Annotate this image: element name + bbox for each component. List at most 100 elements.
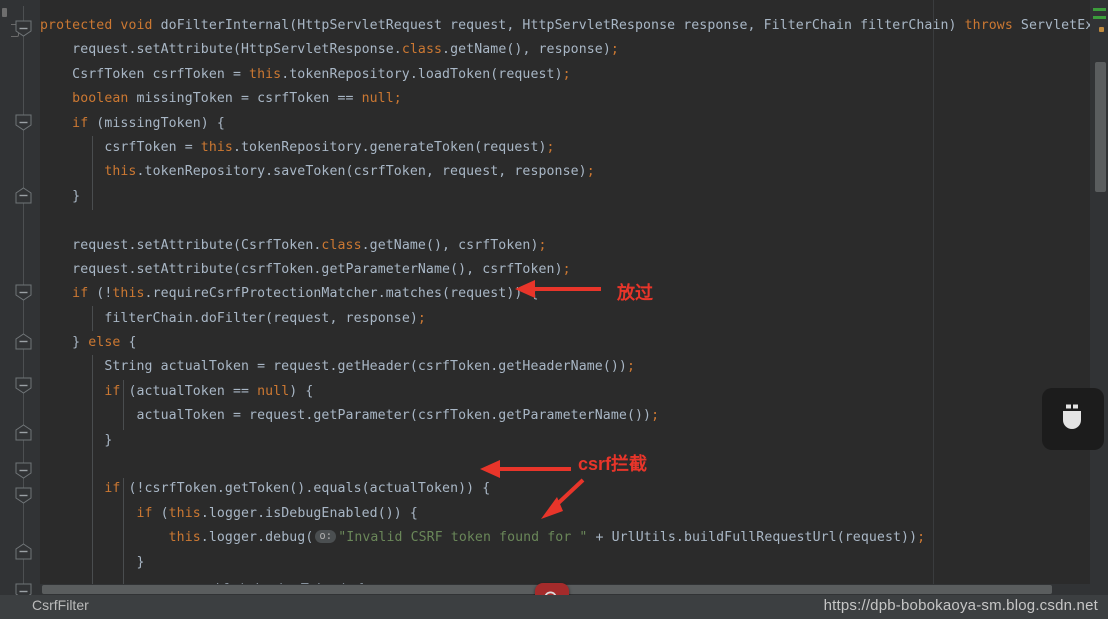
code-token-plain: request: [40, 237, 129, 253]
code-line[interactable]: request.setAttribute(CsrfToken.class.get…: [40, 234, 1090, 258]
vertical-scrollbar-thumb[interactable]: [1095, 62, 1106, 192]
code-token-punc: .: [257, 530, 266, 546]
code-token-punc: .: [409, 66, 418, 82]
code-token-punc: .: [232, 139, 242, 155]
code-line[interactable]: if (missingToken) {: [40, 112, 1090, 136]
analysis-marker-green[interactable]: [1093, 8, 1106, 11]
code-line[interactable]: protected void doFilterInternal(HttpServ…: [40, 14, 1090, 38]
code-token-kw: null: [361, 91, 394, 107]
code-fold-marker-up[interactable]: [15, 543, 32, 560]
code-token-punc: .: [393, 42, 402, 58]
code-line[interactable]: if (!csrfToken.getToken().equals(actualT…: [40, 477, 1090, 501]
code-token-semi: ;: [562, 261, 571, 277]
code-line[interactable]: [40, 209, 1090, 233]
code-token-punc: (csrfToken: [232, 261, 314, 277]
code-token-plain: doFilter: [200, 310, 266, 326]
code-token-plain: FilterChain filterChain: [763, 18, 949, 33]
code-line[interactable]: String actualToken = request.getHeader(c…: [40, 355, 1090, 379]
code-token-plain: getHeader: [337, 359, 410, 375]
analysis-marker-green[interactable]: [1093, 16, 1106, 19]
code-line[interactable]: } else {: [40, 331, 1090, 355]
status-bar-file-label[interactable]: CsrfFilter: [32, 597, 89, 613]
code-token-kw: throws: [964, 18, 1021, 33]
code-token-plain: HttpServletRequest request: [297, 18, 507, 33]
code-line[interactable]: if (this.logger.isDebugEnabled()) {: [40, 502, 1090, 526]
code-line[interactable]: [40, 453, 1090, 477]
code-line[interactable]: CsrfToken csrfToken = this.tokenReposito…: [40, 63, 1090, 87]
code-line[interactable]: this.tokenRepository.saveToken(csrfToken…: [40, 160, 1090, 184]
code-token-kw: if: [40, 481, 129, 497]
code-token-punc: }: [40, 554, 145, 570]
code-token-punc: (: [232, 237, 242, 253]
code-fold-marker-up[interactable]: [15, 424, 32, 441]
code-token-plain: setAttribute: [136, 261, 233, 277]
code-line[interactable]: actualToken = request.getParameter(csrfT…: [40, 404, 1090, 428]
code-token-punc: (csrfToken: [409, 359, 491, 375]
code-line[interactable]: request.setAttribute(csrfToken.getParame…: [40, 258, 1090, 282]
code-fold-marker-up[interactable]: [15, 187, 32, 204]
code-token-kw: this: [168, 505, 201, 521]
code-line[interactable]: if (!this.requireCsrfProtectionMatcher.m…: [40, 282, 1090, 306]
code-token-kw: protected: [40, 18, 121, 33]
code-fold-marker-down[interactable]: [15, 114, 32, 131]
code-fold-marker-up[interactable]: [15, 333, 32, 350]
code-token-punc: .: [144, 286, 153, 302]
code-token-punc: (csrfToken, request, response): [345, 164, 587, 180]
code-token-kw: null: [257, 383, 290, 399]
editor-gutter[interactable]: [0, 0, 40, 600]
code-token-plain: getParameter: [313, 408, 410, 424]
code-token-plain: isDebugEnabled: [265, 505, 378, 521]
code-fold-marker-down[interactable]: [15, 20, 32, 37]
code-token-kw: boolean: [40, 91, 137, 107]
code-token-plain: getHeaderName: [498, 359, 603, 375]
source-code-text[interactable]: protected void doFilterInternal(HttpServ…: [40, 14, 1090, 575]
code-token-punc: ,: [506, 18, 523, 33]
code-line[interactable]: csrfToken = this.tokenRepository.generat…: [40, 136, 1090, 160]
code-token-plain: setAttribute: [136, 237, 233, 253]
code-fold-marker-down[interactable]: [15, 377, 32, 394]
code-line[interactable]: }: [40, 185, 1090, 209]
code-token-punc: (!: [96, 286, 113, 302]
code-token-plain: tokenRepository: [241, 139, 362, 155]
code-token-plain: logger: [208, 505, 258, 521]
editor-scrollbar-rail[interactable]: [1090, 0, 1108, 595]
code-token-punc: .: [361, 237, 370, 253]
code-line[interactable]: boolean missingToken = csrfToken == null…: [40, 87, 1090, 111]
code-token-plain: tokenRepository: [289, 66, 410, 82]
code-token-punc: {: [120, 335, 137, 351]
code-line[interactable]: }: [40, 551, 1090, 575]
code-token-plain: equals: [313, 481, 362, 497]
code-token-semi: ;: [393, 91, 402, 107]
analysis-marker-warning[interactable]: [1099, 27, 1104, 32]
code-line[interactable]: request. setAttribute(HttpServletResponse…: [40, 38, 1090, 62]
annotation-label-csrf-intercept: csrf拦截: [578, 454, 648, 474]
code-token-plain: requireCsrfProtectionMatcher: [152, 286, 378, 302]
code-editor-area[interactable]: protected void doFilterInternal(HttpServ…: [40, 0, 1090, 595]
code-token-punc: }: [40, 432, 113, 448]
code-fold-marker-down[interactable]: [15, 284, 32, 301]
code-line[interactable]: filterChain.doFilter(request, response);: [40, 307, 1090, 331]
code-fold-marker-down[interactable]: [15, 462, 32, 479]
code-token-kw: this: [40, 164, 137, 180]
gutter-breakpoint-slot[interactable]: [2, 8, 7, 17]
code-token-punc: (: [232, 42, 242, 58]
floating-usb-widget[interactable]: [1042, 388, 1104, 450]
code-token-punc: (request)) {: [442, 286, 539, 302]
code-line[interactable]: if (actualToken == null) {: [40, 380, 1090, 404]
code-token-semi: ;: [562, 66, 571, 82]
code-token-plain: request: [40, 42, 129, 58]
code-token-semi: ;: [626, 359, 635, 375]
code-fold-marker-down[interactable]: [15, 487, 32, 504]
code-token-punc: .: [257, 505, 266, 521]
code-line[interactable]: }: [40, 429, 1090, 453]
code-token-punc: .: [675, 530, 684, 546]
code-token-kw: this: [249, 66, 282, 82]
code-token-punc: .: [442, 42, 451, 58]
code-token-plain: String actualToken = request: [40, 359, 330, 375]
code-line[interactable]: this.logger.debug(o: "Invalid CSRF token …: [40, 526, 1090, 550]
code-token-plain: getToken: [224, 481, 290, 497]
code-token-punc: .: [377, 286, 386, 302]
code-token-punc: ) {: [289, 383, 314, 399]
code-token-semi: ;: [546, 139, 555, 155]
code-token-semi: ;: [586, 164, 595, 180]
